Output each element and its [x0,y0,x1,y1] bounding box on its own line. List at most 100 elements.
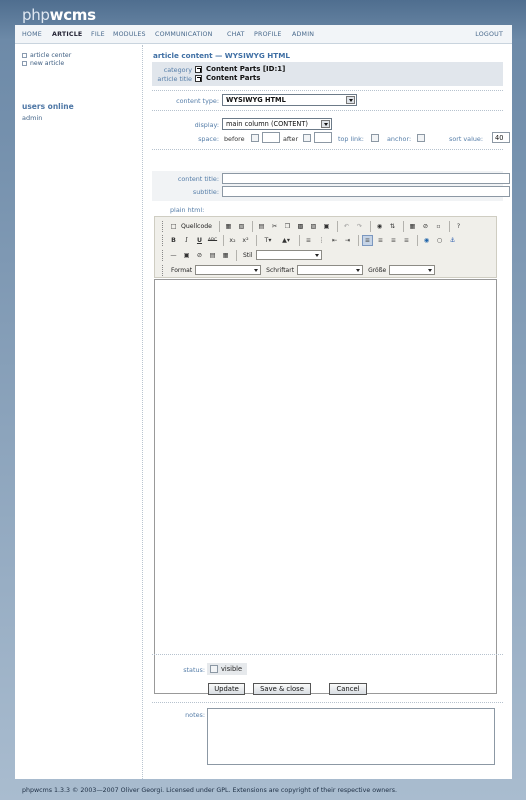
bold-button[interactable]: B [168,235,179,246]
source-icon[interactable]: □ [168,221,179,232]
content-type-label: content type: [176,97,219,105]
background-color-icon[interactable]: ▲▾ [278,235,294,246]
strikethrough-button[interactable]: ABC [207,235,218,246]
editor-toolbar: □ Quellcode ▦ ▧ ▤ ✂ ❐ ▩ ▨ ▣ ↶ ↷ ◉ ⇅ ▦ ⊘ … [154,216,497,278]
align-center-icon[interactable]: ≡ [375,235,386,246]
find-icon[interactable]: ◉ [374,221,385,232]
paste-word-icon[interactable]: ▣ [321,221,332,232]
content-type-select[interactable]: WYSIWYG HTML [222,94,357,106]
space-before-input[interactable] [262,132,280,143]
link-icon[interactable] [195,75,202,82]
font-select[interactable] [297,265,364,275]
horizontal-rule-icon[interactable]: — [168,250,179,261]
link-icon[interactable] [195,66,202,73]
align-justify-icon[interactable]: ≡ [401,235,412,246]
underline-button[interactable]: U [194,235,205,246]
content-title-label: content title: [177,175,219,183]
chevron-down-icon [321,120,330,128]
subscript-button[interactable]: x₂ [227,235,238,246]
space-after-label: after [283,135,299,143]
text-color-icon[interactable]: T▾ [260,235,276,246]
save-close-button[interactable]: Save & close [253,683,311,695]
space-after-checkbox[interactable] [303,134,311,142]
indent-icon[interactable]: ⇥ [342,235,353,246]
redo-icon[interactable]: ↷ [354,221,365,232]
anchor-checkbox[interactable] [417,134,425,142]
size-select[interactable] [389,265,436,275]
space-label: space: [198,135,219,143]
cancel-button[interactable]: Cancel [329,683,367,695]
numbered-list-icon[interactable]: ≡ [303,235,314,246]
main-frame: HOME ARTICLE FILE MODULES COMMUNICATION … [15,25,512,779]
sidebar-item-article-center[interactable]: article center [22,52,71,59]
space-after-input[interactable] [314,132,332,143]
remove-format-icon[interactable]: ⊘ [420,221,431,232]
anchor-icon[interactable]: ⚓ [447,235,458,246]
toolbar-grip[interactable] [162,220,165,232]
help-icon[interactable]: ? [453,221,464,232]
outdent-icon[interactable]: ⇤ [329,235,340,246]
paste-text-icon[interactable]: ▨ [308,221,319,232]
special-char-icon[interactable]: ▦ [220,250,231,261]
source-button[interactable]: Quellcode [181,221,212,232]
undo-icon[interactable]: ↶ [341,221,352,232]
anchor-label: anchor: [387,135,412,143]
bullet-icon [22,53,27,58]
superscript-button[interactable]: x² [240,235,251,246]
nav-item-admin[interactable]: ADMIN [292,31,314,38]
divider [152,702,503,703]
link-icon[interactable]: ◉ [421,235,432,246]
wysiwyg-editor: □ Quellcode ▦ ▧ ▤ ✂ ❐ ▩ ▨ ▣ ↶ ↷ ◉ ⇅ ▦ ⊘ … [154,216,497,694]
image-icon[interactable]: ▣ [181,250,192,261]
cut-icon[interactable]: ✂ [269,221,280,232]
space-before-checkbox[interactable] [251,134,259,142]
sort-value-input[interactable]: 40 [492,132,510,143]
unlink-icon[interactable]: ○ [434,235,445,246]
nav-item-profile[interactable]: PROFILE [254,31,282,38]
status-label: status: [183,666,205,674]
subtitle-label: subtitle: [192,188,219,196]
logout-link[interactable]: LOGOUT [475,31,503,38]
toolbar-grip[interactable] [162,249,165,261]
table-icon[interactable]: ▦ [407,221,418,232]
plain-html-label: plain html: [170,206,205,214]
top-link-checkbox[interactable] [371,134,379,142]
update-button[interactable]: Update [208,683,245,695]
sidebar-item-new-article[interactable]: new article [22,60,64,67]
visible-checkbox[interactable] [210,665,218,673]
align-left-icon[interactable]: ≡ [362,234,373,246]
subtitle-input[interactable] [222,186,510,197]
italic-button[interactable]: I [181,235,192,246]
flash-icon[interactable]: ⊘ [194,250,205,261]
nav-item-communication[interactable]: COMMUNICATION [155,31,213,38]
save-icon[interactable]: ▦ [223,221,234,232]
copy-icon[interactable]: ❐ [282,221,293,232]
users-online-heading: users online [22,102,74,111]
toolbar-grip[interactable] [162,234,165,246]
format-select[interactable] [195,265,262,275]
nav-item-modules[interactable]: MODULES [113,31,146,38]
replace-icon[interactable]: ⇅ [387,221,398,232]
toolbar-row-1: □ Quellcode ▦ ▧ ▤ ✂ ❐ ▩ ▨ ▣ ↶ ↷ ◉ ⇅ ▦ ⊘ … [162,219,466,233]
status-visible-box: visible [207,663,247,675]
toolbar-grip[interactable] [162,264,165,276]
display-select[interactable]: main column (CONTENT) [222,118,332,130]
footer: phpwcms 1.3.3 © 2003—2007 Oliver Georgi.… [22,787,397,794]
preview-icon[interactable]: ▧ [236,221,247,232]
template-icon[interactable]: ▤ [256,221,267,232]
align-right-icon[interactable]: ≡ [388,235,399,246]
editor-content-area[interactable] [154,279,497,694]
online-user[interactable]: admin [22,114,42,122]
select-all-icon[interactable]: ▫ [433,221,444,232]
content-title-input[interactable] [222,173,510,184]
style-select[interactable] [255,250,322,260]
top-navigation: HOME ARTICLE FILE MODULES COMMUNICATION … [15,25,512,44]
bulleted-list-icon[interactable]: ⋮ [316,235,327,246]
nav-item-article[interactable]: ARTICLE [52,31,82,38]
nav-item-home[interactable]: HOME [22,31,42,38]
table-insert-icon[interactable]: ▤ [207,250,218,261]
paste-icon[interactable]: ▩ [295,221,306,232]
notes-textarea[interactable] [207,708,495,765]
nav-item-chat[interactable]: CHAT [227,31,245,38]
nav-item-file[interactable]: FILE [91,31,105,38]
